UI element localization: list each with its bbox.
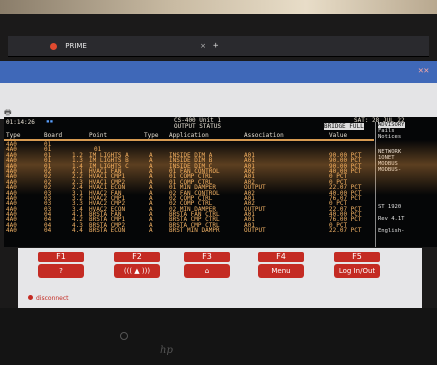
hp-logo: hp bbox=[160, 345, 173, 356]
col-type2: Type bbox=[144, 132, 159, 139]
status-icons: ▪▪ bbox=[46, 118, 54, 125]
notices-label: Notices bbox=[378, 134, 402, 140]
tab-title: PRIME bbox=[65, 42, 87, 50]
new-tab-button[interactable]: + bbox=[213, 38, 218, 54]
power-icon[interactable] bbox=[120, 332, 128, 340]
col-application: Application bbox=[169, 132, 209, 139]
function-key-bar: F1? F2((( ▲ ))) F3 ⌂ F4 Menu F5 Log In/Out … bbox=[18, 248, 422, 308]
menu-icon: Menu bbox=[258, 264, 304, 278]
alarm-icon: ((( ▲ ))) bbox=[114, 264, 160, 278]
f4-button[interactable]: F4 Menu bbox=[258, 252, 304, 280]
browser-tab-bar: PRIME × + bbox=[8, 36, 429, 57]
network-item: MODBUS- bbox=[378, 167, 402, 173]
f3-button[interactable]: F3 ⌂ bbox=[184, 252, 230, 280]
terminal-screen: 01:14:26 ▪▪ CS-400 Unit 1 OUTPUT STATUS … bbox=[4, 117, 437, 247]
col-point: Point bbox=[89, 132, 108, 139]
tab-close-icon[interactable]: × bbox=[200, 38, 206, 54]
ip-label: ST 1920 bbox=[378, 204, 402, 210]
disconnect-icon bbox=[28, 295, 33, 300]
col-value: Value bbox=[329, 132, 348, 139]
content-top-pane: 🖶 bbox=[0, 83, 437, 119]
help-icon: ? bbox=[38, 264, 84, 278]
side-panel: ADVISORY Fails Notices NETWORK 1ONET MOD… bbox=[375, 122, 437, 247]
revision-label: Rev 4.1T bbox=[378, 216, 405, 222]
col-type: Type bbox=[6, 132, 21, 139]
f2-button[interactable]: F2((( ▲ ))) bbox=[114, 252, 160, 280]
language-label[interactable]: English- bbox=[378, 228, 405, 234]
clock: 01:14:26 bbox=[6, 119, 35, 126]
header-divider bbox=[4, 139, 374, 141]
output-table: 4A0 01 4A0 01 01 4A0 01 1.2 IM LIGHTS A A INSIDE… bbox=[4, 141, 374, 234]
browser-tab[interactable]: PRIME × bbox=[34, 38, 206, 54]
monitor-chin bbox=[0, 308, 437, 365]
app-toolbar: ✕✕ bbox=[0, 61, 437, 83]
toolbar-icon[interactable]: ✕✕ bbox=[418, 66, 429, 76]
f1-button[interactable]: F1? bbox=[38, 252, 84, 280]
mode-badge: BRIDGE FULL bbox=[324, 123, 364, 130]
col-association: Association bbox=[244, 132, 284, 139]
terminal-header: 01:14:26 ▪▪ CS-400 Unit 1 OUTPUT STATUS … bbox=[4, 117, 437, 131]
table-row[interactable]: 4A0 04 4.4 BRSTA ECON A BRST MIN DAMPR OUTPUT 2… bbox=[4, 228, 374, 234]
tab-favicon-icon bbox=[50, 42, 57, 50]
login-icon: Log In/Out bbox=[334, 264, 380, 278]
col-board: Board bbox=[44, 132, 63, 139]
disconnect-link[interactable]: disconnect bbox=[28, 295, 69, 302]
f5-button[interactable]: F5 Log In/Out bbox=[334, 252, 380, 280]
screen-title: OUTPUT STATUS bbox=[174, 123, 221, 130]
home-icon: ⌂ bbox=[184, 264, 230, 278]
